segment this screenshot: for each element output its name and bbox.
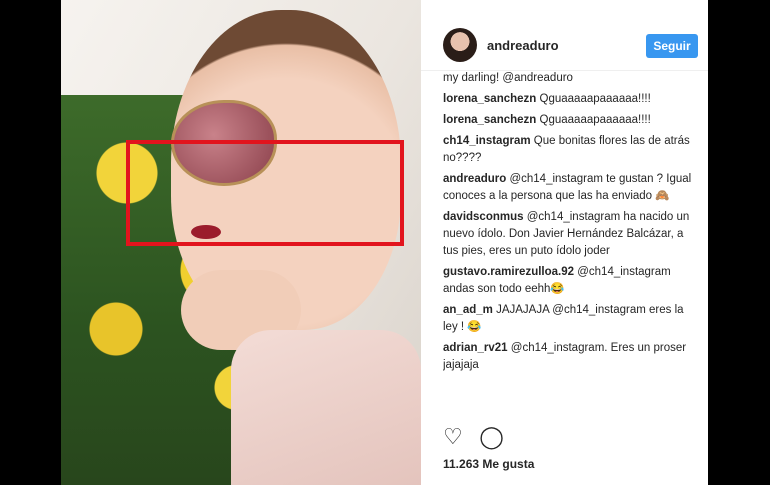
comment-item: an_ad_m JAJAJAJA @ch14_instagram eres la… xyxy=(443,302,701,336)
post-sidebar: andreaduro Seguir my darling! @andreadur… xyxy=(421,0,708,485)
comment-username[interactable]: lorena_sanchezn xyxy=(443,114,536,126)
highlight-box xyxy=(126,140,404,246)
comment-item: gustavo.ramirezulloa.92 @ch14_instagram … xyxy=(443,264,701,298)
comment-item: davidsconmus @ch14_instagram ha nacido u… xyxy=(443,209,701,260)
instagram-post: andreaduro Seguir my darling! @andreadur… xyxy=(61,0,708,485)
comment-item: adrian_rv21 @ch14_instagram. Eres un pro… xyxy=(443,340,701,374)
author-username[interactable]: andreaduro xyxy=(487,38,559,53)
comment-username[interactable]: gustavo.ramirezulloa.92 xyxy=(443,266,574,278)
comment-item: ch14_instagram Que bonitas flores las de… xyxy=(443,133,701,167)
follow-button[interactable]: Seguir xyxy=(646,34,698,58)
comment-username[interactable]: ch14_instagram xyxy=(443,135,531,147)
comment-item: my darling! @andreaduro xyxy=(443,70,701,87)
heart-icon[interactable]: ♡ xyxy=(443,425,463,449)
post-header: andreaduro Seguir xyxy=(421,0,708,71)
comment-item: lorena_sanchezn Qguaaaaapaaaaaa!!!! xyxy=(443,91,701,108)
post-actions: ♡ ◯ xyxy=(443,425,703,449)
comment-username[interactable]: adrian_rv21 xyxy=(443,342,508,354)
comments-list[interactable]: my darling! @andreaduro lorena_sanchezn … xyxy=(443,70,701,415)
comment-text: Qguaaaaapaaaaaa!!!! xyxy=(539,93,651,105)
comment-item: lorena_sanchezn Qguaaaaapaaaaaa!!!! xyxy=(443,112,701,129)
likes-count[interactable]: 11.263 Me gusta xyxy=(443,457,534,471)
pink-top xyxy=(231,330,421,485)
comment-item: andreaduro @ch14_instagram te gustan ? I… xyxy=(443,171,701,205)
comment-username[interactable]: lorena_sanchezn xyxy=(443,93,536,105)
comment-text: my darling! @andreaduro xyxy=(443,72,573,84)
comment-username[interactable]: davidsconmus xyxy=(443,211,524,223)
avatar[interactable] xyxy=(443,28,477,62)
comment-text: Qguaaaaapaaaaaa!!!! xyxy=(539,114,651,126)
comment-username[interactable]: andreaduro xyxy=(443,173,506,185)
comment-username[interactable]: an_ad_m xyxy=(443,304,493,316)
comment-icon[interactable]: ◯ xyxy=(479,425,504,449)
